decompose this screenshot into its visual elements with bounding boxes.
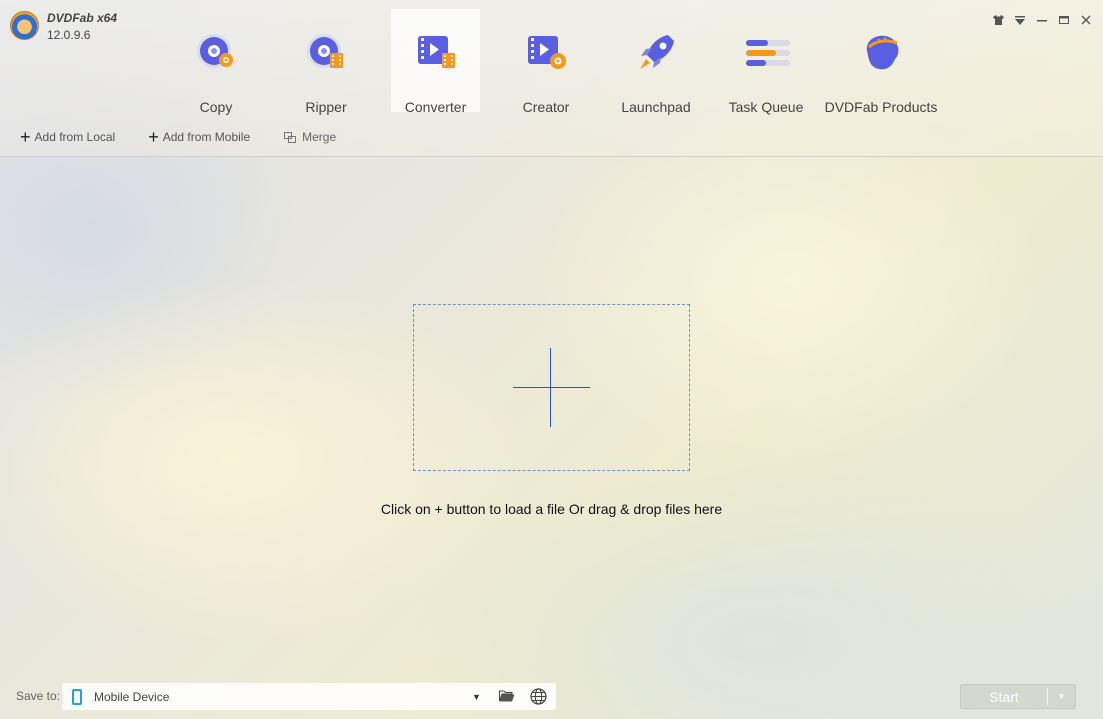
save-to-value: Mobile Device	[94, 689, 170, 704]
nav-ripper[interactable]: Ripper	[271, 9, 381, 115]
add-file-plus-icon-bar	[513, 387, 590, 388]
add-from-mobile-label: Add from Mobile	[162, 130, 251, 144]
folder-icon[interactable]	[499, 689, 515, 708]
globe-icon[interactable]	[530, 688, 547, 710]
file-drop-zone[interactable]	[413, 304, 690, 471]
creator-film-icon	[522, 29, 570, 77]
minimize-icon[interactable]	[1035, 13, 1049, 27]
chevron-down-icon[interactable]: ▼	[472, 692, 481, 702]
nav-ripper-label: Ripper	[305, 99, 347, 115]
nav-dvdfab-products[interactable]: DVDFab Products	[823, 9, 939, 115]
nav-task-queue[interactable]: Task Queue	[711, 9, 821, 115]
drop-hint-text: Click on + button to load a file Or drag…	[380, 501, 723, 517]
merge-label: Merge	[302, 130, 337, 144]
add-from-local-button[interactable]: + Add from Local	[20, 127, 116, 147]
start-button-group: Start ▼	[960, 684, 1076, 709]
window-controls	[991, 13, 1093, 27]
start-button[interactable]: Start	[961, 689, 1047, 705]
add-from-mobile-button[interactable]: + Add from Mobile	[148, 127, 251, 147]
nav-converter[interactable]: Converter	[391, 9, 480, 115]
nav-task-queue-label: Task Queue	[728, 99, 804, 115]
converter-film-icon	[412, 29, 460, 77]
header-bar: DVDFab x64 12.0.9.6 Copy Ripper Converte…	[0, 0, 1103, 157]
merge-button[interactable]: Merge	[284, 130, 336, 144]
rocket-icon	[632, 29, 680, 77]
nav-dvdfab-products-label: DVDFab Products	[824, 99, 938, 115]
nav-creator[interactable]: Creator	[491, 9, 601, 115]
maximize-icon[interactable]	[1057, 13, 1071, 27]
ripper-disc-icon	[302, 29, 350, 77]
dvdfab-window: DVDFab x64 12.0.9.6 Copy Ripper Converte…	[0, 0, 1103, 719]
menu-dropdown-icon[interactable]	[1013, 13, 1027, 27]
plus-icon: +	[148, 127, 159, 147]
add-from-local-label: Add from Local	[34, 130, 116, 144]
app-version: 12.0.9.6	[47, 28, 91, 42]
close-icon[interactable]	[1079, 13, 1093, 27]
task-queue-icon	[742, 29, 790, 77]
save-to-label: Save to:	[16, 689, 61, 703]
nav-creator-label: Creator	[522, 99, 570, 115]
app-title-block: DVDFab x64 12.0.9.6	[47, 11, 117, 42]
mobile-device-icon	[72, 688, 82, 705]
nav-launchpad-label: Launchpad	[621, 99, 691, 115]
plus-icon: +	[20, 127, 31, 147]
save-to-selector[interactable]: Mobile Device ▼	[62, 683, 556, 710]
module-nav: Copy Ripper Converter Creator Launchpad …	[161, 9, 939, 115]
toolbar: + Add from Local + Add from Mobile Merge	[20, 127, 336, 147]
start-options-chevron-icon[interactable]: ▼	[1048, 692, 1075, 701]
app-logo: DVDFab x64 12.0.9.6	[10, 11, 117, 42]
copy-disc-icon	[192, 29, 240, 77]
nav-converter-label: Converter	[404, 99, 467, 115]
app-title: DVDFab x64	[47, 11, 118, 25]
merge-icon	[284, 131, 297, 143]
nav-launchpad[interactable]: Launchpad	[601, 9, 711, 115]
nav-copy-label: Copy	[199, 99, 233, 115]
dvdfab-logo-icon	[10, 11, 39, 40]
skin-icon[interactable]	[991, 13, 1005, 27]
dvdfab-products-icon	[857, 29, 905, 77]
nav-copy[interactable]: Copy	[161, 9, 271, 115]
